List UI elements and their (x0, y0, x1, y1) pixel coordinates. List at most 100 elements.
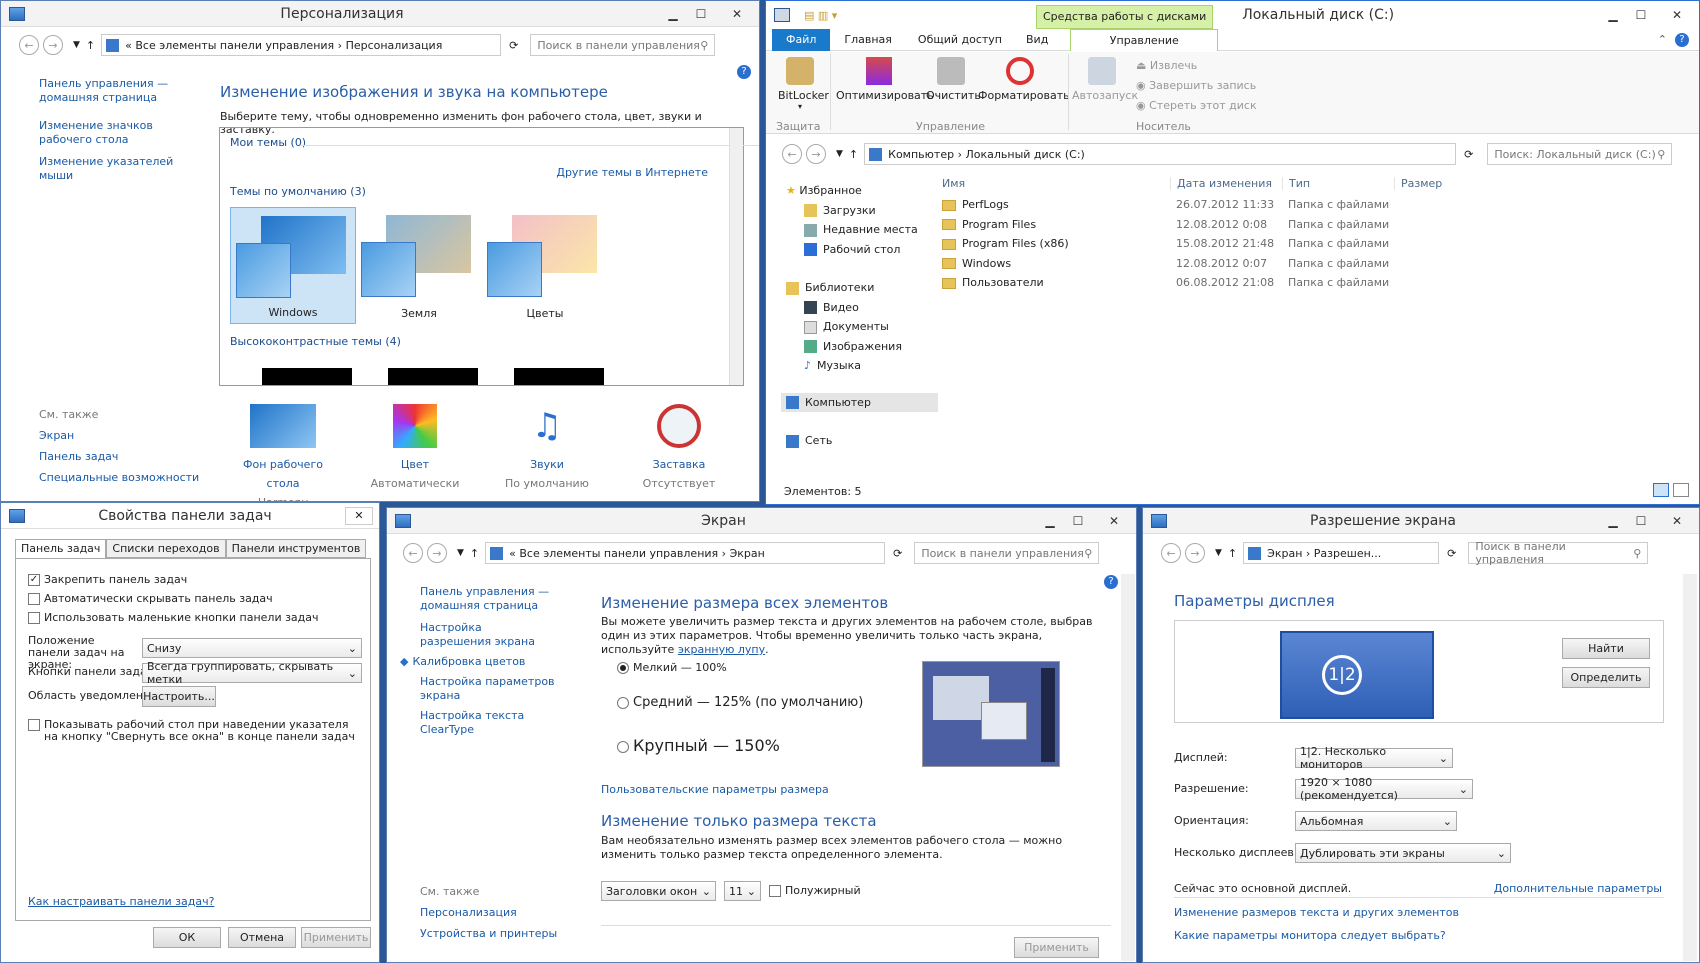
advanced-settings-link[interactable]: Дополнительные параметры (1494, 882, 1662, 895)
option-medium[interactable]: Средний — 125% (по умолчанию) (617, 695, 863, 710)
address-bar[interactable]: « Все элементы панели управления › Персо… (101, 34, 502, 56)
back-icon[interactable]: ← (1161, 543, 1181, 563)
bottom-item[interactable]: Цвет Автоматически (361, 404, 469, 493)
table-row[interactable]: Windows 12.08.2012 0:07 Папка с файлами (934, 254, 1694, 274)
refresh-icon[interactable]: ⟳ (893, 547, 902, 560)
tab-taskbar[interactable]: Панель задач (15, 539, 107, 558)
breadcrumb-item[interactable]: Экран (1267, 547, 1302, 560)
nav-pictures[interactable]: Изображения (786, 337, 938, 357)
title-bar[interactable]: Экран ▁ ☐ ✕ (387, 508, 1136, 534)
title-bar[interactable]: ▤ ▥ ▾ Средства работы с дисками Локальны… (766, 1, 1699, 29)
format-button[interactable]: Форматировать (978, 57, 1070, 102)
expand-ribbon-icon[interactable]: ⌃ (1658, 33, 1667, 46)
option-small[interactable]: Мелкий — 100% (617, 661, 727, 674)
tab-share[interactable]: Общий доступ (906, 33, 1014, 46)
scrollbar[interactable] (1683, 574, 1697, 961)
buttons-select[interactable]: Всегда группировать, скрывать метки ⌄ (142, 660, 362, 686)
scrollbar[interactable] (729, 128, 743, 385)
title-bar[interactable]: Разрешение экрана ▁ ☐ ✕ (1143, 508, 1699, 534)
monitor-help-link[interactable]: Какие параметры монитора следует выбрать… (1174, 929, 1446, 942)
display-select[interactable]: 1|2. Несколько мониторов ⌄ (1295, 745, 1453, 771)
close-button[interactable]: ✕ (1655, 508, 1699, 533)
up-icon[interactable]: ↑ (86, 39, 95, 52)
search-input[interactable]: Поиск в панели управления ⚲ (914, 542, 1100, 564)
element-select[interactable]: Заголовки окон ⌄ (601, 881, 716, 901)
tab-toolbars[interactable]: Панели инструментов (225, 539, 367, 558)
nav-music[interactable]: ♪ Музыка (786, 356, 938, 376)
column-header-size[interactable]: Размер (1394, 176, 1474, 190)
up-icon[interactable]: ↑ (1228, 547, 1237, 560)
theme-earth[interactable]: Земля (356, 207, 482, 324)
tab-file[interactable]: Файл (772, 28, 831, 51)
bottom-item[interactable]: Фон рабочего стола Harmony (229, 404, 337, 501)
recent-dropdown-icon[interactable]: ▼ (836, 149, 843, 159)
address-bar[interactable]: Экран › Разрешен... (1243, 542, 1440, 564)
tab-jumplists[interactable]: Списки переходов (106, 539, 226, 558)
nav-recent[interactable]: Недавние места (786, 220, 938, 240)
breadcrumb-item[interactable]: Все элементы панели управления (519, 547, 718, 560)
minimize-button[interactable]: ▁ (1599, 508, 1627, 533)
refresh-icon[interactable]: ⟳ (509, 39, 518, 52)
find-button[interactable]: Найти (1562, 638, 1650, 659)
close-button[interactable]: ✕ (1092, 508, 1136, 533)
nav-libraries[interactable]: Библиотеки (786, 278, 938, 298)
small-buttons-checkbox[interactable]: Использовать маленькие кнопки панели зад… (28, 611, 319, 624)
mouse-pointers-link[interactable]: Изменение указателей мыши (39, 155, 199, 183)
table-row[interactable]: Пользователи 06.08.2012 21:08 Папка с файл… (934, 273, 1694, 293)
minimize-button[interactable]: ▁ (659, 1, 687, 26)
tab-home[interactable]: Главная (830, 33, 906, 46)
forward-icon[interactable]: → (427, 543, 447, 563)
breadcrumb-item[interactable]: Все элементы панели управления (135, 39, 334, 52)
multi-display-select[interactable]: Дублировать эти экраны ⌄ (1295, 843, 1511, 863)
table-row[interactable]: Program Files (x86) 15.08.2012 21:48 Папка… (934, 234, 1694, 254)
apply-button[interactable]: Применить (301, 927, 371, 948)
recent-dropdown-icon[interactable]: ▼ (457, 548, 464, 558)
refresh-icon[interactable]: ⟳ (1447, 547, 1456, 560)
help-icon[interactable]: ? (1675, 32, 1689, 47)
desktop-icons-link[interactable]: Изменение значков рабочего стола (39, 119, 199, 147)
forward-icon[interactable]: → (1185, 543, 1205, 563)
close-button[interactable]: ✕ (715, 1, 759, 26)
monitor-icon[interactable]: 1|2 (1280, 631, 1434, 719)
nav-video[interactable]: Видео (786, 298, 938, 318)
address-bar[interactable]: « Все элементы панели управления › Экран (485, 542, 886, 564)
help-icon[interactable]: ? (1104, 575, 1118, 589)
search-input[interactable]: Поиск: Локальный диск (C:) ⚲ (1487, 143, 1673, 165)
text-size-link[interactable]: Изменение размеров текста и других элеме… (1174, 906, 1459, 919)
bottom-item[interactable]: ♫ Звуки По умолчанию (493, 404, 601, 493)
cleartype-link[interactable]: Настройка текста ClearType (420, 709, 555, 737)
forward-icon[interactable]: → (806, 144, 826, 164)
help-link[interactable]: Как настраивать панели задач? (28, 895, 214, 908)
column-header-date[interactable]: Дата изменения (1170, 176, 1282, 190)
theme-hc1[interactable] (262, 368, 352, 385)
scrollbar[interactable] (1121, 574, 1135, 961)
identify-button[interactable]: Определить (1562, 667, 1650, 688)
resolution-link[interactable]: Настройка разрешения экрана (420, 621, 555, 649)
title-bar[interactable]: Персонализация ▁ ☐ ✕ (1, 1, 759, 27)
lock-taskbar-checkbox[interactable]: ✓ Закрепить панель задач (28, 573, 187, 586)
position-select[interactable]: Снизу ⌄ (142, 638, 362, 658)
font-size-select[interactable]: 11 ⌄ (724, 881, 761, 901)
address-bar[interactable]: Компьютер › Локальный диск (C:) (864, 143, 1457, 165)
maximize-button[interactable]: ☐ (687, 1, 715, 26)
see-also-taskbar[interactable]: Панель задач (39, 446, 199, 467)
peek-checkbox[interactable]: Показывать рабочий стол при наведении ук… (28, 719, 358, 743)
cleanup-button[interactable]: Очистить (926, 57, 981, 102)
apply-button[interactable]: Применить (1014, 937, 1099, 958)
back-icon[interactable]: ← (403, 543, 423, 563)
back-icon[interactable]: ← (19, 35, 39, 55)
see-also-accessibility[interactable]: Специальные возможности (39, 467, 199, 488)
title-bar[interactable]: Свойства панели задач ✕ (1, 503, 379, 529)
up-icon[interactable]: ↑ (849, 148, 858, 161)
tab-view[interactable]: Вид (1014, 33, 1060, 46)
bitlocker-button[interactable]: BitLocker ▾ (778, 57, 829, 111)
erase-disc-button[interactable]: ◉ Стереть этот диск (1136, 96, 1257, 116)
see-also-display[interactable]: Экран (39, 425, 199, 446)
orientation-select[interactable]: Альбомная ⌄ (1295, 811, 1457, 831)
tab-manage[interactable]: Управление (1070, 28, 1219, 51)
cp-home-link[interactable]: Панель управления — домашняя страница (39, 77, 199, 105)
minimize-button[interactable]: ▁ (1036, 508, 1064, 533)
ok-button[interactable]: ОК (153, 927, 221, 948)
color-calibration-link[interactable]: ◆ Калибровка цветов (400, 655, 555, 669)
table-row[interactable]: Program Files 12.08.2012 0:08 Папка с файл… (934, 215, 1694, 235)
